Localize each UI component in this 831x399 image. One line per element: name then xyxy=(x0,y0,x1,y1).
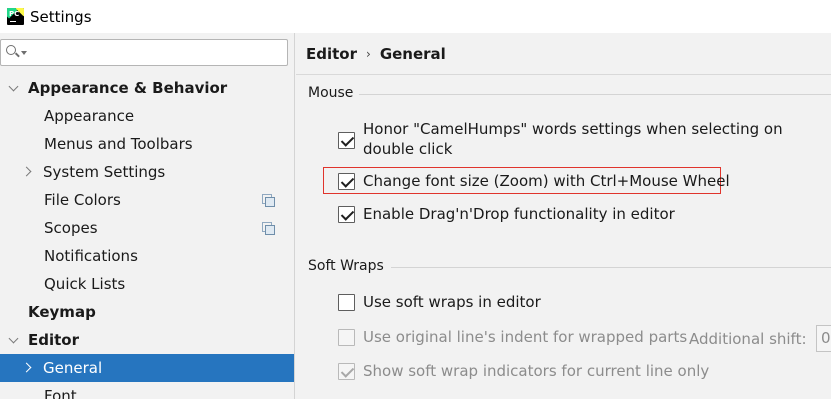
tree-item-keymap[interactable]: Keymap xyxy=(0,298,294,326)
tree-item-label: General xyxy=(43,359,103,377)
wrap-indicators-checkbox[interactable] xyxy=(338,363,355,380)
tree-item-label: Editor xyxy=(28,331,79,349)
original-indent-checkbox[interactable] xyxy=(338,329,355,346)
search-input[interactable] xyxy=(0,39,288,66)
tree-item-label: Font xyxy=(44,387,77,399)
tree-item-label: Quick Lists xyxy=(44,275,126,293)
collapse-arrow-icon[interactable] xyxy=(8,326,22,354)
tree-item-label: Notifications xyxy=(44,247,138,265)
settings-sidebar: Appearance & Behavior Appearance Menus a… xyxy=(0,33,295,399)
tree-item-label: Appearance & Behavior xyxy=(28,79,228,97)
camelhumps-label-line1: Honor "CamelHumps" words settings when s… xyxy=(363,120,783,138)
drag-drop-checkbox[interactable] xyxy=(338,206,355,223)
settings-content: Editor › General Mouse Honor "CamelHumps… xyxy=(296,33,831,399)
tree-item-label: Menus and Toolbars xyxy=(44,135,193,153)
section-divider xyxy=(391,267,831,268)
search-icon[interactable] xyxy=(6,45,16,55)
tree-item-file-colors[interactable]: File Colors xyxy=(0,186,294,214)
tree-item-label: Appearance xyxy=(44,107,135,125)
search-history-dropdown-icon[interactable] xyxy=(21,51,27,55)
section-title-soft-wraps: Soft Wraps xyxy=(308,258,384,274)
tree-item-label: Scopes xyxy=(44,219,98,237)
zoom-font-checkbox[interactable] xyxy=(338,173,355,190)
camelhumps-checkbox[interactable] xyxy=(338,132,355,149)
project-level-icon xyxy=(262,222,275,235)
tree-item-font[interactable]: Font xyxy=(0,382,294,399)
header-divider xyxy=(296,74,831,75)
breadcrumb: Editor › General xyxy=(306,45,446,63)
soft-wraps-label: Use soft wraps in editor xyxy=(363,293,541,311)
collapse-arrow-icon[interactable] xyxy=(8,74,22,102)
tree-item-notifications[interactable]: Notifications xyxy=(0,242,294,270)
tree-item-label: File Colors xyxy=(44,191,121,209)
title-bar: PC Settings xyxy=(0,0,831,33)
tree-item-general[interactable]: General xyxy=(0,354,294,382)
tree-item-label: System Settings xyxy=(43,163,166,181)
pycharm-logo-icon: PC xyxy=(7,8,24,25)
breadcrumb-general: General xyxy=(379,45,446,63)
tree-item-editor[interactable]: Editor xyxy=(0,326,294,354)
section-divider xyxy=(359,94,831,95)
tree-item-label: Keymap xyxy=(28,303,96,321)
tree-item-scopes[interactable]: Scopes xyxy=(0,214,294,242)
additional-shift-label: Additional shift: xyxy=(689,330,807,348)
drag-drop-label: Enable Drag'n'Drop functionality in edit… xyxy=(363,205,675,223)
tree-item-appearance-behavior[interactable]: Appearance & Behavior xyxy=(0,74,294,102)
breadcrumb-separator-icon: › xyxy=(366,47,371,61)
tree-item-system-settings[interactable]: System Settings xyxy=(0,158,294,186)
camelhumps-label-line2: double click xyxy=(363,140,453,158)
tree-item-appearance[interactable]: Appearance xyxy=(0,102,294,130)
breadcrumb-editor: Editor xyxy=(306,45,357,63)
expand-arrow-icon[interactable] xyxy=(22,354,36,382)
section-title-mouse: Mouse xyxy=(308,85,354,101)
window-title: Settings xyxy=(30,7,92,26)
additional-shift-input[interactable]: 0 xyxy=(816,325,831,352)
original-indent-label: Use original line's indent for wrapped p… xyxy=(363,328,688,346)
zoom-font-label: Change font size (Zoom) with Ctrl+Mouse … xyxy=(363,172,730,190)
wrap-indicators-label: Show soft wrap indicators for current li… xyxy=(363,362,710,380)
tree-item-menus-toolbars[interactable]: Menus and Toolbars xyxy=(0,130,294,158)
soft-wraps-checkbox[interactable] xyxy=(338,294,355,311)
tree-item-quick-lists[interactable]: Quick Lists xyxy=(0,270,294,298)
project-level-icon xyxy=(262,194,275,207)
expand-arrow-icon[interactable] xyxy=(22,158,36,186)
